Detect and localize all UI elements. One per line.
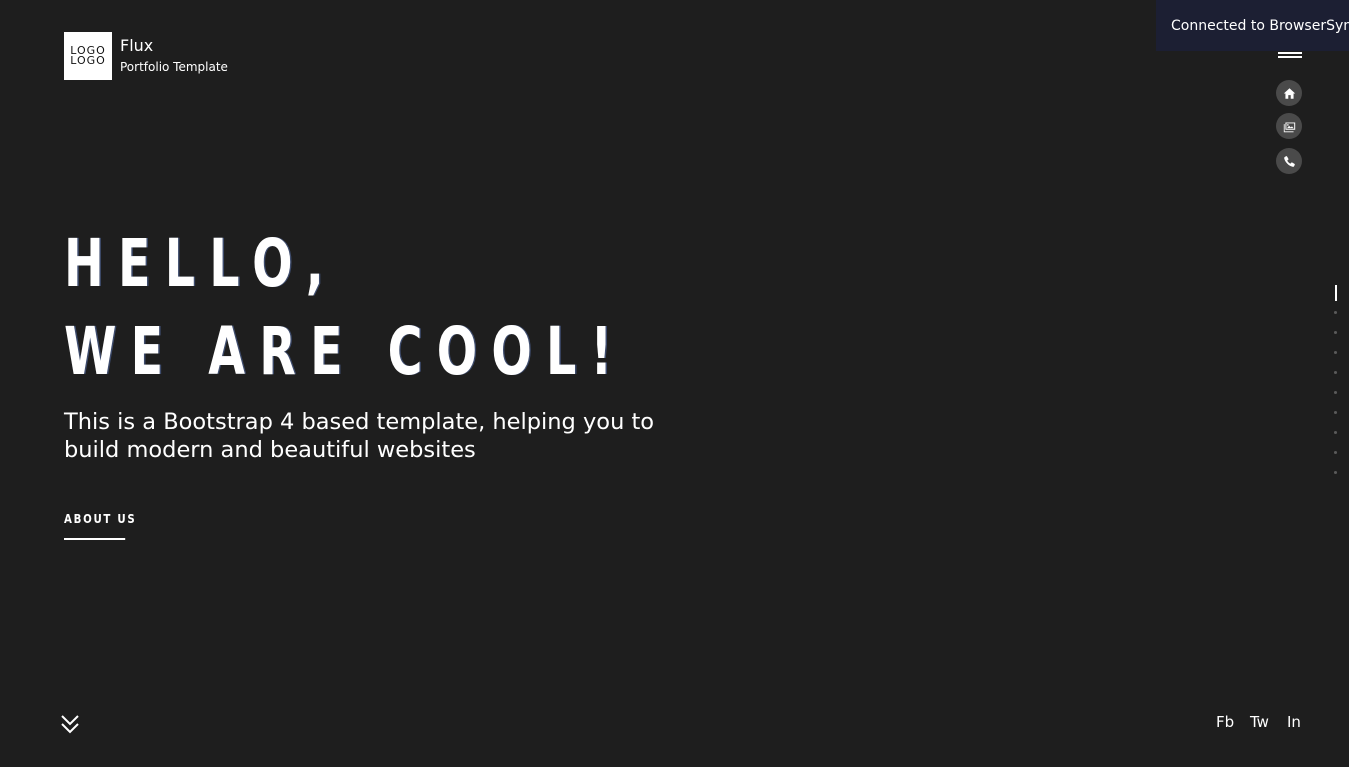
hamburger-icon xyxy=(1278,52,1302,54)
nav-home-button[interactable] xyxy=(1276,80,1302,106)
pager-dot[interactable] xyxy=(1334,431,1337,434)
phone-icon xyxy=(1283,155,1295,167)
browsersync-toast: Connected to BrowserSync xyxy=(1156,0,1349,51)
brand-subtitle: Portfolio Template xyxy=(120,60,228,74)
social-twitter-link[interactable]: Tw xyxy=(1250,713,1269,731)
scroll-down-button[interactable] xyxy=(60,713,80,735)
pager-dot[interactable] xyxy=(1334,351,1337,354)
pager-dot[interactable] xyxy=(1334,391,1337,394)
page: LOGO LOGO Flux Portfolio Template Connec… xyxy=(0,0,1349,767)
gallery-icon xyxy=(1283,121,1295,132)
menu-button[interactable] xyxy=(1278,52,1302,60)
brand[interactable]: LOGO LOGO Flux Portfolio Template xyxy=(64,32,228,80)
social-facebook-link[interactable]: Fb xyxy=(1216,713,1234,731)
pager-dot[interactable] xyxy=(1334,371,1337,374)
hero-title: HELLO, WE ARE COOL! xyxy=(64,220,626,396)
pager-dot[interactable] xyxy=(1334,411,1337,414)
pager-active-indicator[interactable] xyxy=(1335,285,1337,301)
pager-dot[interactable] xyxy=(1334,471,1337,474)
section-pager xyxy=(1334,285,1338,491)
home-icon xyxy=(1283,87,1295,99)
pager-dot[interactable] xyxy=(1334,311,1337,314)
about-us-link[interactable]: ABOUT US xyxy=(64,512,135,540)
logo-line-2: LOGO xyxy=(70,54,106,67)
brand-text: Flux Portfolio Template xyxy=(120,32,228,76)
toast-text: Connected to BrowserSync xyxy=(1171,17,1349,34)
hero-subtitle: This is a Bootstrap 4 based template, he… xyxy=(64,409,655,463)
social-linkedin-link[interactable]: In xyxy=(1287,713,1301,731)
pager-dot[interactable] xyxy=(1334,331,1337,334)
hero-title-line-2: WE ARE COOL! xyxy=(64,313,627,390)
nav-contact-button[interactable] xyxy=(1276,148,1302,174)
hero-title-line-1: HELLO, xyxy=(64,225,339,302)
pager-dot[interactable] xyxy=(1334,451,1337,454)
brand-name: Flux xyxy=(120,36,154,55)
logo[interactable]: LOGO LOGO xyxy=(64,32,112,80)
double-chevron-down-icon xyxy=(61,715,79,734)
nav-gallery-button[interactable] xyxy=(1276,113,1302,139)
